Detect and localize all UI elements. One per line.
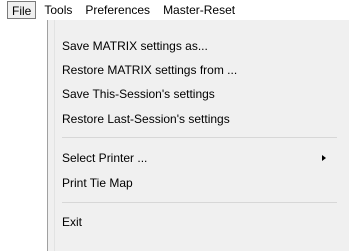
menu-item-restore-matrix-settings-from[interactable]: Restore MATRIX settings from ... — [62, 59, 349, 81]
menu-tools[interactable]: Tools — [39, 1, 77, 19]
menu-item-save-matrix-settings-as[interactable]: Save MATRIX settings as... — [62, 35, 349, 57]
file-dropdown-menu: Save MATRIX settings as... Restore MATRI… — [47, 20, 349, 251]
menu-preferences[interactable]: Preferences — [80, 1, 155, 19]
select-printer-label: Select Printer ... — [62, 151, 148, 165]
menu-item-restore-last-session-settings[interactable]: Restore Last-Session's settings — [62, 108, 349, 130]
menu-item-exit[interactable]: Exit — [62, 211, 349, 233]
menu-item-print-tie-map[interactable]: Print Tie Map — [62, 172, 349, 194]
menu-separator — [62, 137, 337, 138]
menu-separator — [62, 202, 337, 203]
submenu-arrow-icon — [322, 155, 326, 161]
menu-file[interactable]: File — [7, 1, 37, 19]
menu-master-reset[interactable]: Master-Reset — [158, 1, 240, 19]
menu-item-select-printer[interactable]: Select Printer ... — [62, 147, 349, 169]
menu-bar: File Tools Preferences Master-Reset — [0, 0, 349, 20]
menu-item-save-this-session-settings[interactable]: Save This-Session's settings — [62, 83, 349, 105]
